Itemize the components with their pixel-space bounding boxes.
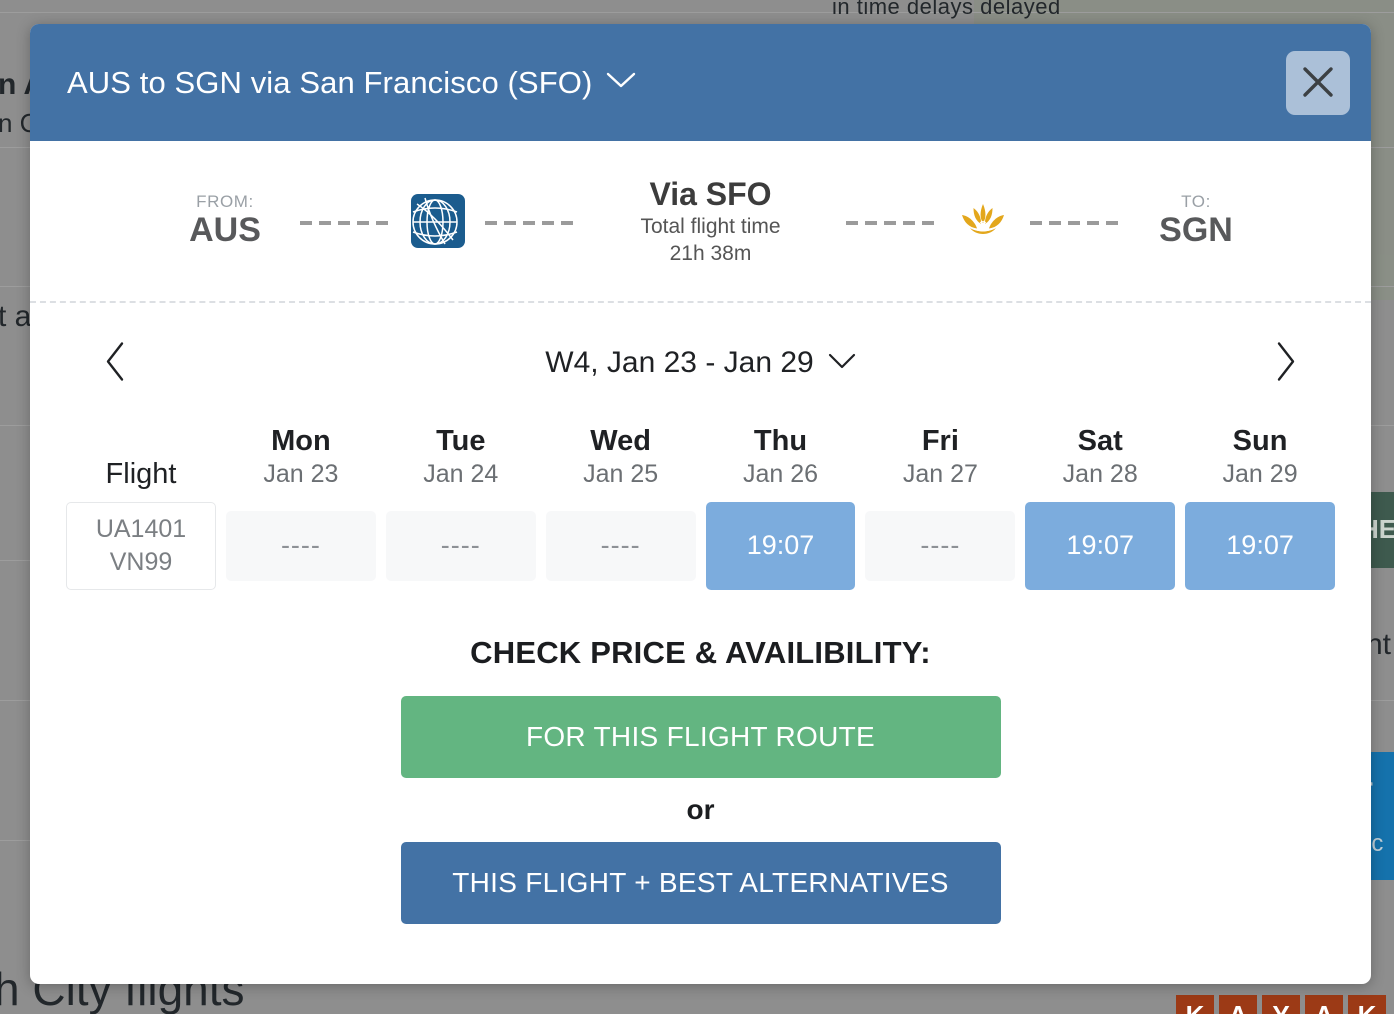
route-dash-segment-4: [1030, 221, 1121, 225]
previous-week-button[interactable]: [90, 333, 140, 394]
flight-number-segment-2: VN99: [109, 547, 173, 576]
total-flight-time-value: 21h 38m: [669, 241, 752, 265]
week-range-label: W4, Jan 23 - Jan 29: [545, 346, 814, 379]
check-price-alternatives-button[interactable]: THIS FLIGHT + BEST ALTERNATIVES: [400, 841, 1001, 924]
day-headers-row: Flight Mon Jan 23 Tue Jan 24 Wed Jan 25 Thu Jan…: [66, 423, 1335, 499]
cta-section: CHECK PRICE & AVAILIBILITY: FOR THIS FLI…: [30, 593, 1371, 985]
united-globe-logo-icon: [410, 194, 465, 248]
flight-schedule-modal: AUS to SGN via San Francisco (SFO) FROM:…: [30, 24, 1371, 984]
no-flight-cell: ----: [385, 510, 536, 581]
kayak-logo-tile: K: [1176, 995, 1214, 1014]
no-flight-cell: ----: [865, 510, 1016, 581]
background-divider: [0, 12, 1394, 13]
flight-time-cell[interactable]: 19:07: [705, 501, 856, 590]
schedule-grid: Flight Mon Jan 23 Tue Jan 24 Wed Jan 25 Thu Jan…: [30, 423, 1371, 593]
chevron-down-icon: [828, 352, 856, 375]
day-date-label: Jan 23: [263, 460, 339, 489]
flight-schedule-row: UA1401 VN99 ---- ---- ---- 19:07 ---- 19:07 19…: [66, 499, 1335, 593]
destination-airport: TO: SGN: [1141, 192, 1251, 249]
close-button[interactable]: [1286, 51, 1350, 115]
route-summary-strip: FROM: AUS Via SFO Total flight time 21h …: [30, 141, 1371, 303]
modal-title: AUS to SGN via San Francisco (SFO): [67, 64, 593, 100]
cta-or-label: or: [686, 793, 715, 825]
route-dash-segment-2: [484, 221, 576, 225]
day-date-label: Jan 25: [583, 460, 659, 489]
total-flight-time-label: Total flight time: [640, 215, 781, 239]
modal-title-button[interactable]: AUS to SGN via San Francisco (SFO): [30, 65, 636, 101]
week-range-selector[interactable]: W4, Jan 23 - Jan 29: [545, 346, 855, 380]
day-of-week-label: Fri: [921, 425, 959, 457]
day-of-week-label: Sun: [1232, 425, 1288, 457]
destination-code: SGN: [1159, 211, 1233, 250]
flight-time-cell[interactable]: 19:07: [1185, 501, 1335, 590]
vietnam-airlines-lotus-logo-icon: [956, 194, 1010, 248]
day-header-mon: Mon Jan 23: [226, 423, 376, 491]
modal-header: AUS to SGN via San Francisco (SFO): [30, 24, 1371, 141]
flight-time-cell[interactable]: 19:07: [1025, 501, 1176, 590]
via-airport-title: Via SFO: [649, 176, 772, 213]
flight-number-segment-1: UA1401: [95, 515, 187, 543]
day-date-label: Jan 26: [742, 460, 819, 489]
background-status-legend: in time delays delayed: [832, 0, 1061, 19]
day-header-sat: Sat Jan 28: [1025, 423, 1175, 491]
check-price-route-button[interactable]: FOR THIS FLIGHT ROUTE: [400, 695, 1001, 778]
cta-heading: CHECK PRICE & AVAILIBILITY:: [470, 634, 931, 670]
kayak-logo-tile: Y: [1262, 995, 1300, 1014]
flight-number-cell: UA1401 VN99: [66, 501, 216, 590]
chevron-right-icon: [1275, 342, 1297, 386]
flight-column-header: Flight: [105, 457, 177, 490]
chevron-left-icon: [104, 342, 126, 386]
day-date-label: Jan 29: [1222, 460, 1298, 489]
next-week-button[interactable]: [1261, 333, 1311, 394]
kayak-logo-tile: A: [1219, 995, 1257, 1014]
kayak-logo-tiles: KAYAK: [1176, 995, 1386, 1014]
route-dash-segment-1: [300, 221, 391, 225]
kayak-logo-tile: A: [1305, 995, 1343, 1014]
no-flight-cell: ----: [226, 510, 376, 581]
day-header-wed: Wed Jan 25: [546, 423, 696, 491]
origin-airport: FROM: AUS: [170, 192, 280, 249]
origin-caption: FROM:: [196, 192, 254, 212]
chevron-down-icon: [606, 71, 636, 94]
day-date-label: Jan 28: [1062, 460, 1138, 489]
background-body-text: t a: [0, 300, 32, 333]
route-dash-segment-3: [845, 221, 937, 225]
day-header-fri: Fri Jan 27: [865, 423, 1015, 491]
day-header-sun: Sun Jan 29: [1185, 423, 1335, 491]
day-date-label: Jan 27: [902, 460, 978, 489]
via-summary: Via SFO Total flight time 21h 38m: [596, 176, 826, 265]
week-navigation: W4, Jan 23 - Jan 29: [30, 303, 1371, 423]
day-of-week-label: Thu: [753, 425, 808, 457]
day-of-week-label: Mon: [271, 425, 331, 457]
kayak-logo-tile: K: [1348, 995, 1386, 1014]
day-header-tue: Tue Jan 24: [386, 423, 536, 491]
no-flight-cell: ----: [545, 510, 696, 581]
day-of-week-label: Sat: [1077, 425, 1123, 457]
day-header-thu: Thu Jan 26: [706, 423, 856, 491]
day-of-week-label: Tue: [436, 425, 486, 457]
day-of-week-label: Wed: [590, 425, 651, 457]
origin-code: AUS: [189, 211, 261, 250]
day-date-label: Jan 24: [423, 460, 499, 489]
destination-caption: TO:: [1181, 192, 1211, 212]
close-icon: [1300, 64, 1336, 103]
